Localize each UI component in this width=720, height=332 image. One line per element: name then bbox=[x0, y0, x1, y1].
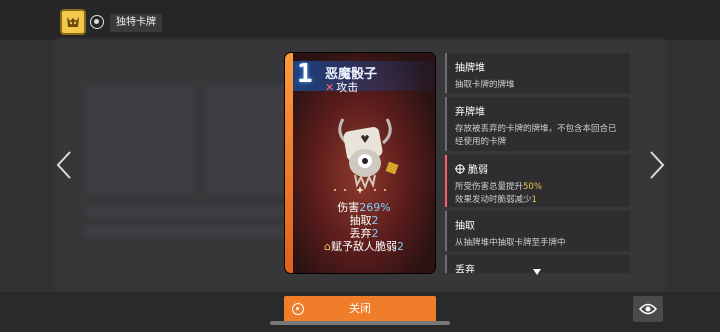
card-stats: 伤害269% 抽取2 丢弃2 ⌂赋予敌人脆弱2 bbox=[293, 201, 435, 253]
home-indicator bbox=[270, 321, 450, 325]
card-frame-strip bbox=[285, 53, 293, 273]
stat-discard: 丢弃2 bbox=[349, 227, 379, 240]
page-title: 独特卡牌 bbox=[110, 14, 162, 32]
card-type: ✕ 攻击 bbox=[325, 81, 359, 94]
previous-arrow-icon[interactable] bbox=[55, 150, 73, 180]
target-circle-icon[interactable] bbox=[90, 15, 104, 29]
crossed-swords-icon: ✕ bbox=[325, 81, 335, 94]
info-vulnerable: 脆弱 所受伤害总量提升50% 效果发动时脆弱减少1 bbox=[445, 155, 630, 207]
card-cost: 1 bbox=[297, 59, 313, 89]
info-draw: 抽取 从抽牌堆中抽取卡牌至手牌中 bbox=[445, 211, 630, 251]
vulnerable-small-icon: ⌂ bbox=[324, 240, 331, 253]
card-detail: 1 恶魔骰子 ✕ 攻击 伤害269% 抽取2 丢弃2 ⌂赋予敌人脆弱2 bbox=[285, 53, 435, 273]
close-button[interactable]: 关闭 bbox=[284, 296, 436, 322]
sparkle-divider-icon bbox=[334, 186, 386, 194]
scroll-down-icon[interactable] bbox=[533, 269, 541, 275]
next-arrow-icon[interactable] bbox=[648, 150, 666, 180]
keyword-info-panel[interactable]: 抽牌堆 抽取卡牌的牌堆 弃牌堆 存放被丢弃的卡牌的牌堆，不包含本回合已经使用的卡… bbox=[445, 53, 630, 273]
top-bar: 独特卡牌 bbox=[0, 0, 720, 40]
stat-effect: ⌂赋予敌人脆弱2 bbox=[324, 240, 404, 253]
circle-icon bbox=[292, 303, 304, 315]
stat-draw: 抽取2 bbox=[349, 214, 379, 227]
info-discard-pile: 弃牌堆 存放被丢弃的卡牌的牌堆，不包含本回合已经使用的卡牌 bbox=[445, 97, 630, 151]
demon-dice-icon bbox=[338, 118, 399, 190]
eye-icon[interactable] bbox=[633, 296, 663, 322]
crosshair-icon bbox=[455, 164, 465, 174]
golden-cat-badge-icon[interactable] bbox=[60, 9, 86, 35]
stat-damage: 伤害269% bbox=[337, 201, 391, 214]
info-draw-pile: 抽牌堆 抽取卡牌的牌堆 bbox=[445, 53, 630, 93]
